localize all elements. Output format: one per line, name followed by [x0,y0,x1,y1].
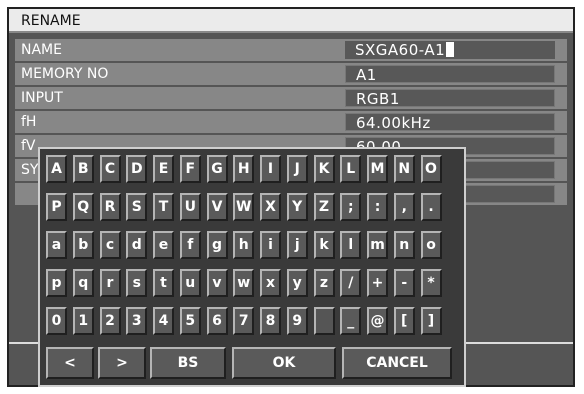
key-blank[interactable] [313,307,335,335]
key-char[interactable]: / [340,269,362,297]
key-char[interactable]: J [286,155,308,183]
key-char[interactable]: ; [340,193,362,221]
key-char[interactable]: j [286,231,308,259]
key-char[interactable]: n [393,231,415,259]
key-char[interactable]: G [206,155,228,183]
key-char[interactable]: c [99,231,121,259]
on-screen-keyboard: A B C D E F G H I J K L M N O P Q R S T U V W X Y Z;:,. a b c d e f g h i j… [38,147,466,387]
key-char[interactable]: Q [72,193,94,221]
key-char[interactable]: 9 [286,307,308,335]
key-char[interactable]: M [367,155,388,183]
cursor-left-key[interactable]: < [46,347,94,379]
key-char[interactable]: i [260,231,281,259]
window-title: RENAME [9,9,573,33]
key-char[interactable]: h [233,231,255,259]
key-char[interactable]: H [233,155,255,183]
key-char[interactable]: p [46,269,67,297]
key-char[interactable]: w [233,269,255,297]
key-char[interactable]: 1 [72,307,94,335]
rename-screen: RENAME NAME SXGA60-A1 MEMORY NO A1 INPUT… [7,7,575,387]
key-char[interactable]: _ [340,307,362,335]
key-char[interactable]: 6 [206,307,228,335]
key-char[interactable]: Y [286,193,308,221]
key-char[interactable]: C [99,155,121,183]
key-char[interactable]: a [46,231,67,259]
key-char[interactable]: T [153,193,174,221]
field-name-value[interactable]: SXGA60-A1 [345,41,555,59]
key-char[interactable]: g [206,231,228,259]
key-char[interactable]: + [367,269,388,297]
key-char[interactable]: D [126,155,148,183]
key-char[interactable]: A [46,155,67,183]
key-char[interactable]: N [393,155,415,183]
key-char[interactable]: k [313,231,335,259]
key-char[interactable]: , [393,193,415,221]
field-memory-no-row: MEMORY NO A1 [15,63,567,85]
key-char[interactable]: [ [393,307,415,335]
cancel-key[interactable]: CANCEL [342,347,452,379]
key-char[interactable]: z [313,269,335,297]
field-input-label: INPUT [21,90,63,106]
key-char[interactable]: E [153,155,174,183]
key-char[interactable]: x [260,269,281,297]
key-char[interactable]: O [420,155,442,183]
key-char[interactable]: 2 [99,307,121,335]
backspace-key[interactable]: BS [150,347,226,379]
key-char[interactable]: : [367,193,388,221]
key-char[interactable]: s [126,269,148,297]
field-name-row[interactable]: NAME SXGA60-A1 [15,39,567,61]
key-char[interactable]: @ [367,307,388,335]
key-char[interactable]: d [126,231,148,259]
key-char[interactable]: y [286,269,308,297]
key-char[interactable]: U [179,193,201,221]
key-char[interactable]: 3 [126,307,148,335]
key-char[interactable]: 0 [46,307,67,335]
field-fh-row: fH 64.00kHz [15,111,567,133]
key-char[interactable]: b [72,231,94,259]
key-char[interactable]: K [313,155,335,183]
field-sync-label: SY [21,162,39,178]
ok-key[interactable]: OK [232,347,336,379]
key-char[interactable]: v [206,269,228,297]
field-input-value: RGB1 [345,89,555,108]
key-char[interactable]: r [99,269,121,297]
cursor-right-key[interactable]: > [98,347,146,379]
key-char[interactable]: e [153,231,174,259]
key-char[interactable]: ] [420,307,442,335]
key-char[interactable]: o [420,231,442,259]
key-char[interactable]: f [179,231,201,259]
key-char[interactable]: t [153,269,174,297]
field-fh-label: fH [21,114,37,130]
key-char[interactable]: 8 [260,307,281,335]
key-char[interactable]: . [420,193,442,221]
field-fv-label: fV [21,138,36,154]
field-fh-value: 64.00kHz [345,113,555,132]
key-char[interactable]: 4 [153,307,174,335]
key-char[interactable]: m [367,231,388,259]
name-text: SXGA60-A1 [355,41,446,59]
key-char[interactable]: V [206,193,228,221]
key-char[interactable]: L [340,155,362,183]
key-char[interactable]: I [260,155,281,183]
key-char[interactable]: 7 [233,307,255,335]
key-char[interactable]: - [393,269,415,297]
key-char[interactable]: 5 [179,307,201,335]
key-char[interactable]: R [99,193,121,221]
key-char[interactable]: * [420,269,442,297]
key-char[interactable]: F [179,155,201,183]
key-char[interactable]: P [46,193,67,221]
key-char[interactable]: Z [313,193,335,221]
text-cursor [446,42,455,57]
field-name-label: NAME [21,42,62,58]
key-char[interactable]: W [233,193,255,221]
key-char[interactable]: l [340,231,362,259]
field-memory-no-label: MEMORY NO [21,66,109,82]
field-memory-no-value: A1 [345,65,555,84]
key-char[interactable]: X [260,193,281,221]
field-input-row: INPUT RGB1 [15,87,567,109]
key-char[interactable]: q [72,269,94,297]
key-char[interactable]: S [126,193,148,221]
key-char[interactable]: u [179,269,201,297]
key-char[interactable]: B [72,155,94,183]
